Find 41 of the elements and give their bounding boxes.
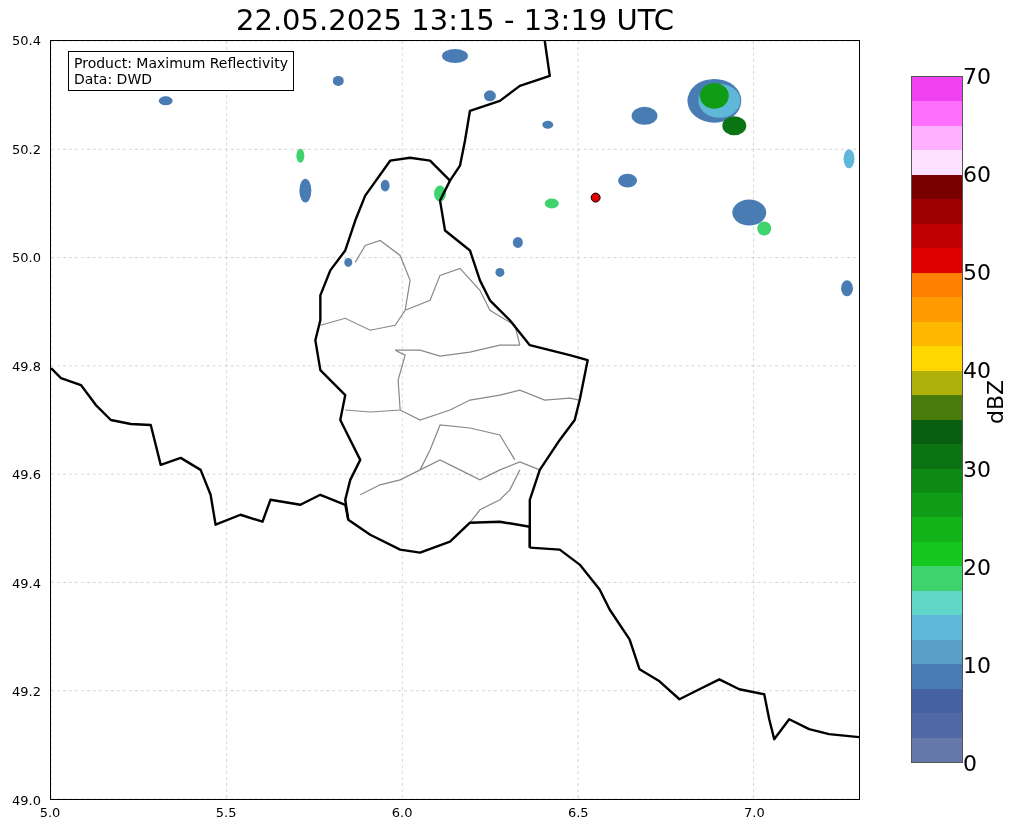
axis-tick-label: 7.0: [744, 805, 765, 820]
info-text: Data: DWD: [74, 71, 153, 87]
axis-tick-label: 49.6: [12, 466, 41, 482]
radar-echo: [618, 173, 638, 188]
colorbar-tick-label: 30: [963, 456, 991, 482]
radar-echo: [483, 90, 496, 102]
info-text: Product: Maximum Reflectivity: [74, 55, 288, 71]
radar-echo: [542, 120, 554, 129]
axis-tick-label: 6.0: [391, 805, 413, 820]
axis-tick-label: 50.4: [12, 32, 41, 48]
axis-tick-label: 5.0: [39, 805, 61, 820]
radar-echo: [843, 149, 855, 169]
radar-echo: [512, 237, 523, 248]
radar-echo: [158, 96, 173, 106]
radar-echo: [299, 178, 312, 203]
radar-echo: [344, 257, 353, 267]
axis-tick-label: 49.0: [12, 792, 41, 808]
axis-tick-label: 49.8: [12, 358, 41, 374]
colorbar-label: dBZ: [982, 379, 1008, 425]
radar-echo: [380, 179, 390, 192]
axis-tick-label: 6.5: [567, 805, 589, 820]
radar-echo: [544, 198, 559, 209]
radar-echo: [841, 280, 853, 297]
axis-tick-label: 49.4: [12, 575, 41, 591]
axis-tick-label: 49.2: [12, 683, 41, 699]
radar-echo: [442, 49, 468, 63]
radar-echo: [495, 267, 505, 277]
colorbar-tick-label: 0: [963, 750, 977, 776]
radar-echo: [434, 185, 446, 202]
axis-tick-label: 50.2: [12, 141, 41, 157]
colorbar-tick-label: 50: [963, 259, 991, 285]
axis-tick-label: 50.0: [12, 249, 41, 265]
colorbar-tick-label: 60: [963, 161, 991, 187]
axis-tick-label: 5.5: [215, 805, 237, 820]
chart-title: 22.05.2025 13:15 - 13:19 UTC: [235, 2, 675, 39]
colorbar-tick-label: 20: [963, 554, 991, 580]
colorbar-tick-label: 70: [963, 63, 991, 89]
radar-echo: [296, 148, 305, 163]
colorbar-tick-label: 10: [963, 652, 991, 678]
radar-echo: [332, 75, 344, 86]
radar-echo: [631, 106, 658, 125]
